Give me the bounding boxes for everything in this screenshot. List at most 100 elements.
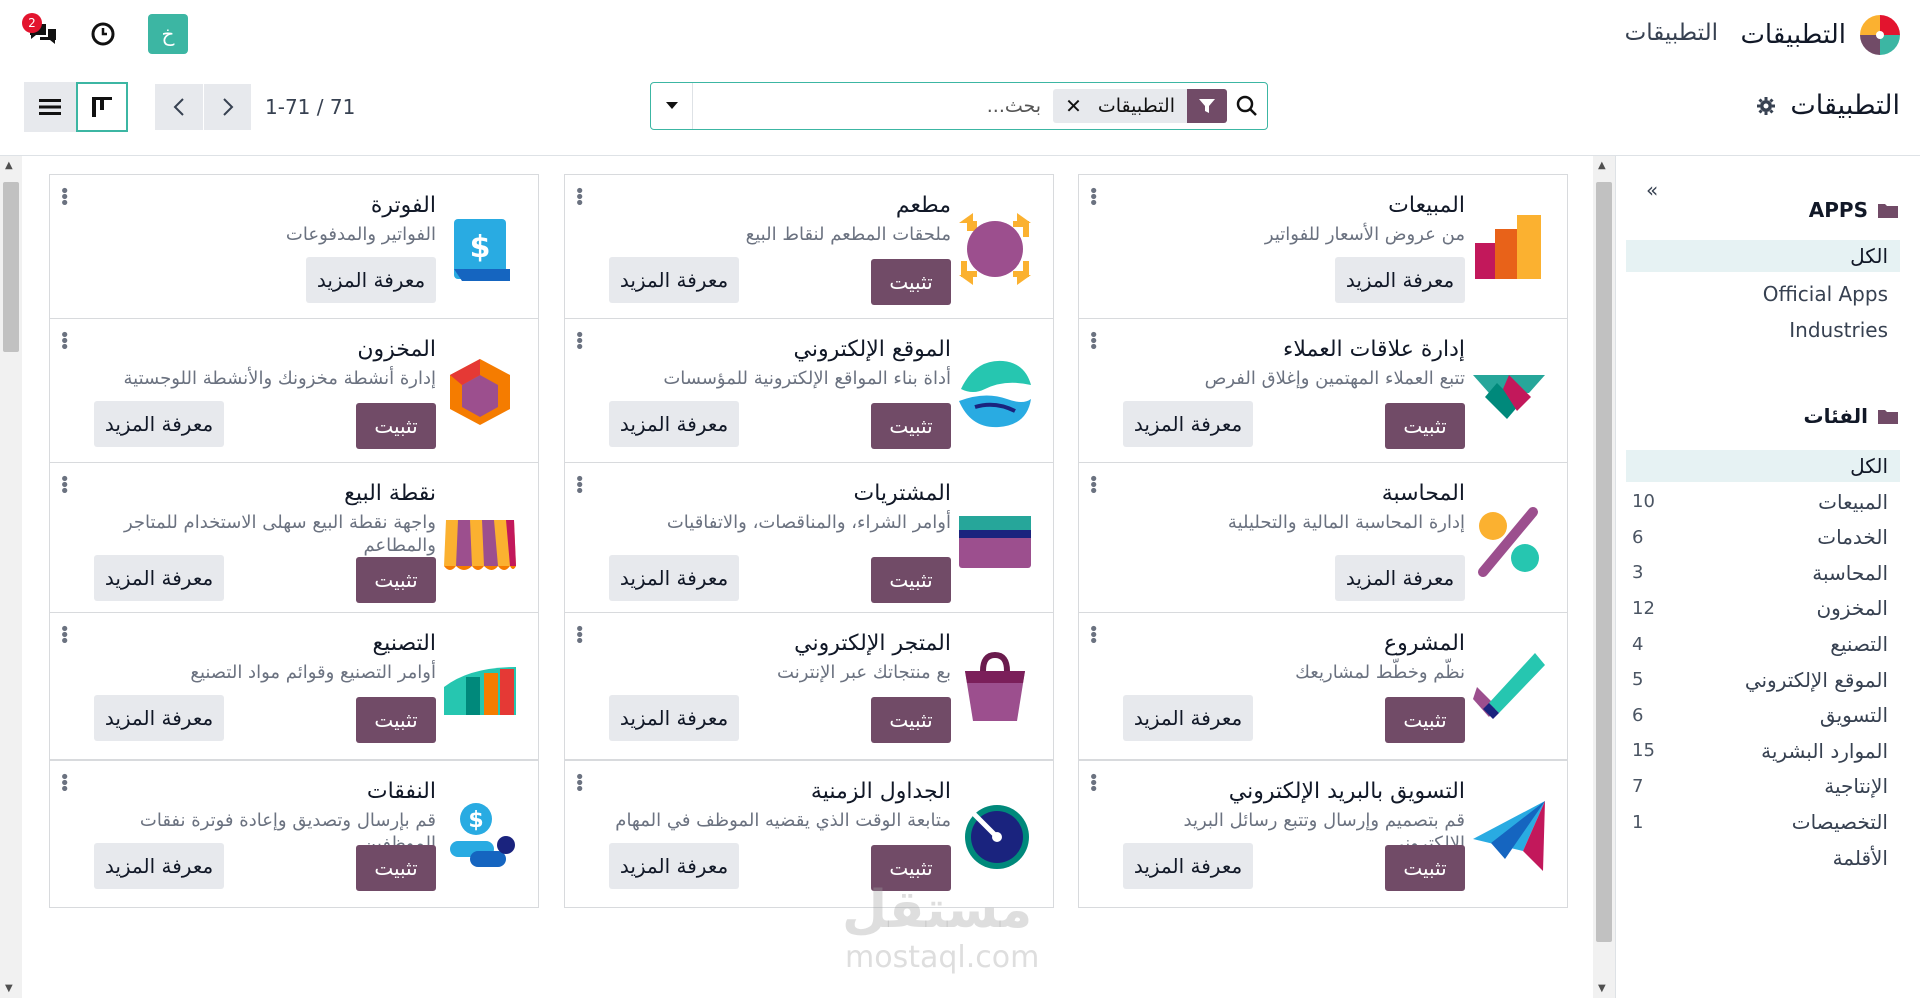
sidebar-category-item[interactable]: الإنتاجية 7: [1626, 770, 1900, 802]
install-button[interactable]: تثبيت: [871, 845, 951, 891]
scroll-down-icon[interactable]: ▼: [5, 983, 13, 994]
learn-more-button[interactable]: معرفة المزيد: [94, 555, 224, 601]
learn-more-button[interactable]: معرفة المزيد: [609, 257, 739, 303]
sidebar-apps-item[interactable]: Official Apps: [1626, 278, 1900, 310]
app-card[interactable]: المحاسبة إدارة المحاسبة المالية والتحليلي…: [1078, 462, 1568, 620]
learn-more-button[interactable]: معرفة المزيد: [1335, 257, 1465, 303]
app-card[interactable]: إدارة علاقات العملاء تتبع العملاء المهتمي…: [1078, 318, 1568, 466]
install-button[interactable]: تثبيت: [356, 697, 436, 743]
gear-icon[interactable]: [1756, 96, 1776, 116]
sidebar-category-item[interactable]: الكل: [1626, 450, 1900, 482]
install-button[interactable]: تثبيت: [356, 557, 436, 603]
card-menu-icon[interactable]: • • •: [1088, 769, 1099, 799]
main-scrollbar[interactable]: ▲ ▼: [0, 156, 22, 998]
scroll-up-icon[interactable]: ▲: [5, 160, 13, 171]
app-description: من عروض الأسعار للفواتير: [1264, 224, 1465, 245]
scroll-up-icon[interactable]: ▲: [1598, 160, 1606, 171]
search-icon[interactable]: [1227, 83, 1267, 129]
kanban-scrollbar[interactable]: ▲ ▼: [1593, 156, 1615, 998]
install-button[interactable]: تثبيت: [871, 259, 951, 305]
app-card[interactable]: المشروع نظّم وخطّط لمشاريعك • • • تثبيت معرفة …: [1078, 612, 1568, 760]
learn-more-button[interactable]: معرفة المزيد: [1123, 695, 1253, 741]
learn-more-button[interactable]: معرفة المزيد: [609, 401, 739, 447]
install-button[interactable]: تثبيت: [871, 557, 951, 603]
card-menu-icon[interactable]: • • •: [574, 183, 585, 213]
card-menu-icon[interactable]: • • •: [574, 621, 585, 651]
sidebar-category-item[interactable]: الخدمات 6: [1626, 521, 1900, 553]
collapse-sidebar-icon[interactable]: »: [1646, 178, 1658, 202]
app-card[interactable]: المتجر الإلكتروني بع منتجاتك عبر الإنترنت…: [564, 612, 1054, 760]
sidebar-category-item[interactable]: الموارد البشرية 15: [1626, 735, 1900, 767]
sidebar-category-item[interactable]: المخزون 12: [1626, 592, 1900, 624]
app-card[interactable]: نقطة البيع واجهة نقطة البيع سهلى الاستخدا…: [49, 462, 539, 620]
card-menu-icon[interactable]: • • •: [574, 471, 585, 501]
apps-menu-icon[interactable]: [1860, 15, 1900, 55]
sidebar-apps-item[interactable]: الكل: [1626, 240, 1900, 272]
app-card[interactable]: مطعم ملحقات المطعم لنقاط البيع • • • تثبيت معر…: [564, 174, 1054, 322]
install-button[interactable]: تثبيت: [1385, 403, 1465, 449]
app-card[interactable]: الموقع الإلكتروني أداة بناء المواقع الإلك…: [564, 318, 1054, 466]
card-menu-icon[interactable]: • • •: [59, 471, 70, 501]
card-menu-icon[interactable]: • • •: [59, 183, 70, 213]
learn-more-button[interactable]: معرفة المزيد: [609, 843, 739, 889]
search-input[interactable]: [693, 86, 1048, 126]
app-card[interactable]: $ النفقات قم بإرسال وتصديق وإعادة فوترة نف…: [49, 760, 539, 908]
app-card[interactable]: المشتريات أوامر الشراء، والمناقصات، والات…: [564, 462, 1054, 620]
install-button[interactable]: تثبيت: [871, 697, 951, 743]
sidebar-category-item[interactable]: الأقلمة: [1626, 842, 1900, 874]
card-menu-icon[interactable]: • • •: [1088, 621, 1099, 651]
messages-chat-icon[interactable]: 2: [22, 13, 58, 49]
menu-link-apps[interactable]: التطبيقات: [1625, 20, 1718, 46]
learn-more-button[interactable]: معرفة المزيد: [1123, 401, 1253, 447]
install-button[interactable]: تثبيت: [356, 845, 436, 891]
pager-buttons: [155, 84, 251, 130]
learn-more-button[interactable]: معرفة المزيد: [609, 695, 739, 741]
sidebar-category-item[interactable]: المبيعات 10: [1626, 486, 1900, 518]
card-menu-icon[interactable]: • • •: [574, 769, 585, 799]
scroll-thumb[interactable]: [1596, 182, 1612, 942]
card-menu-icon[interactable]: • • •: [59, 327, 70, 357]
pager-next-button[interactable]: [203, 84, 251, 130]
install-button[interactable]: تثبيت: [1385, 845, 1465, 891]
card-menu-icon[interactable]: • • •: [1088, 327, 1099, 357]
learn-more-button[interactable]: معرفة المزيد: [94, 843, 224, 889]
card-menu-icon[interactable]: • • •: [1088, 471, 1099, 501]
learn-more-button[interactable]: معرفة المزيد: [1123, 843, 1253, 889]
sales-icon: [1469, 209, 1549, 289]
app-brand[interactable]: التطبيقات: [1740, 14, 1900, 56]
card-menu-icon[interactable]: • • •: [59, 621, 70, 651]
app-card[interactable]: التصنيع أوامر التصنيع وقوائم مواد التصنيع…: [49, 612, 539, 760]
scroll-down-icon[interactable]: ▼: [1598, 983, 1606, 994]
scroll-thumb[interactable]: [3, 182, 19, 352]
app-card[interactable]: المخزون إدارة أنشطة مخزونك والأنشطة اللوج…: [49, 318, 539, 466]
card-menu-icon[interactable]: • • •: [1088, 183, 1099, 213]
install-button[interactable]: تثبيت: [1385, 697, 1465, 743]
card-menu-icon[interactable]: • • •: [574, 327, 585, 357]
pager-previous-button[interactable]: [155, 84, 203, 130]
pager-value[interactable]: 1-71 / 71: [265, 95, 355, 119]
learn-more-button[interactable]: معرفة المزيد: [609, 555, 739, 601]
learn-more-button[interactable]: معرفة المزيد: [1335, 555, 1465, 601]
remove-facet-icon[interactable]: ✕: [1065, 94, 1082, 118]
app-card[interactable]: المبيعات من عروض الأسعار للفواتير • • • معرفة…: [1078, 174, 1568, 322]
app-card[interactable]: الجداول الزمنية متابعة الوقت الذي يقضيه ا…: [564, 760, 1054, 908]
install-button[interactable]: تثبيت: [871, 403, 951, 449]
learn-more-button[interactable]: معرفة المزيد: [94, 695, 224, 741]
app-card[interactable]: $ الفوترة الفواتير والمدفوعات • • • معرفة المز…: [49, 174, 539, 322]
sidebar-category-item[interactable]: التصنيع 4: [1626, 628, 1900, 660]
list-view-button[interactable]: [24, 82, 76, 132]
learn-more-button[interactable]: معرفة المزيد: [306, 257, 436, 303]
sidebar-category-item[interactable]: المحاسبة 3: [1626, 557, 1900, 589]
activity-clock-icon[interactable]: [88, 19, 118, 49]
install-button[interactable]: تثبيت: [356, 403, 436, 449]
sidebar-category-item[interactable]: التسويق 6: [1626, 699, 1900, 731]
user-avatar[interactable]: خ: [148, 14, 188, 54]
sidebar-apps-item[interactable]: Industries: [1626, 314, 1900, 346]
sidebar-category-item[interactable]: الموقع الإلكتروني 5: [1626, 664, 1900, 696]
kanban-view-button[interactable]: [76, 82, 128, 132]
sidebar-category-item[interactable]: التخصيصات 1: [1626, 806, 1900, 838]
search-options-toggle[interactable]: [651, 83, 693, 129]
learn-more-button[interactable]: معرفة المزيد: [94, 401, 224, 447]
app-card[interactable]: التسويق بالبريد الإلكتروني قم بتصميم وإرس…: [1078, 760, 1568, 908]
card-menu-icon[interactable]: • • •: [59, 769, 70, 799]
